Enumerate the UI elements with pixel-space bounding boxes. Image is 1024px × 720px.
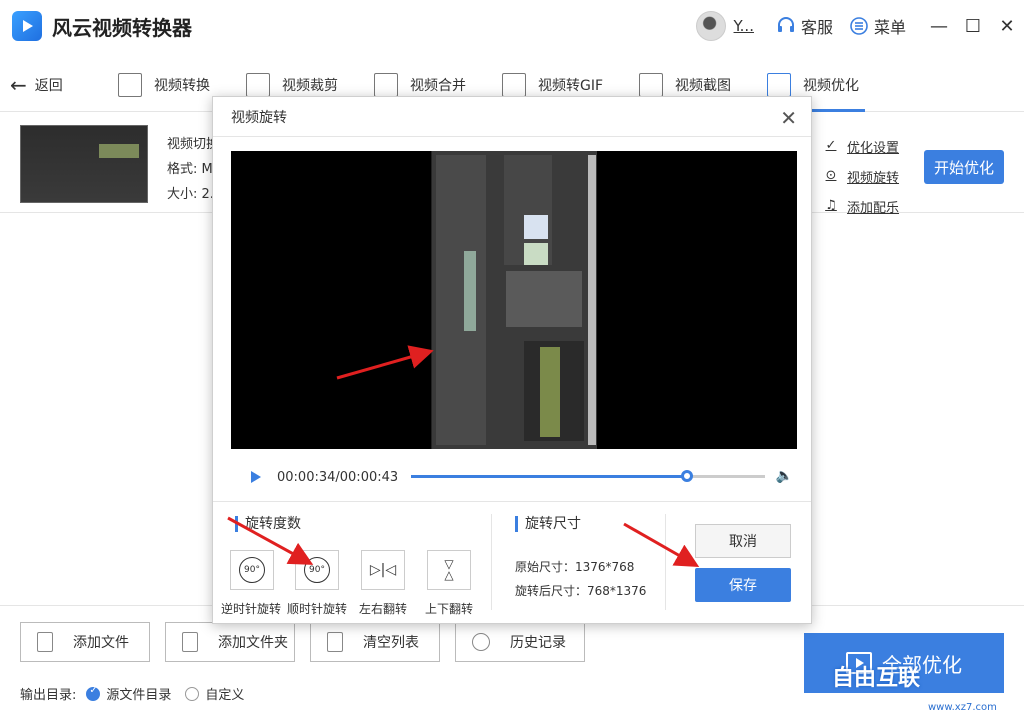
arrow-left-icon: ← [10,72,27,97]
back-label: 返回 [34,77,63,94]
minimize-button[interactable]: — [922,9,956,43]
progress-track[interactable] [411,470,765,482]
music-icon: ♫ [825,198,837,213]
file-format: 格式: M [167,162,213,177]
username-link[interactable]: Y... [734,17,754,35]
video-merge-icon [374,72,398,97]
rotate-cw-icon: 90° [304,557,330,583]
rotate-cw-button[interactable]: 90° [295,550,339,590]
divider [491,514,492,610]
trash-icon [327,632,343,652]
clock-icon [472,633,490,651]
nav-label: 视频优化 [803,77,860,94]
source-dir-radio[interactable] [86,685,101,701]
video-thumbnail [20,125,148,203]
customer-service-label: 客服 [800,18,833,37]
original-size: 原始尺寸：1376*768 [515,560,635,574]
flip-vertical-icon: ▽ △ [444,557,454,582]
add-folder-button[interactable]: 添加文件夹 [165,622,295,662]
video-convert-icon [118,72,142,97]
headset-icon [777,17,794,32]
cancel-button[interactable]: 取消 [695,524,791,558]
watermark-logo: 自由互联 [832,666,921,691]
close-window-button[interactable]: ✕ [990,9,1024,43]
video-rotate-label: 视频旋转 [847,170,900,186]
add-file-icon [37,632,53,652]
start-optimize-button[interactable]: 开始优化 [924,150,1004,184]
video-rotate-link[interactable]: ⊙ 视频旋转 [823,161,899,191]
rotate-section-title: 旋转度数 [235,516,301,532]
rotated-frame [431,151,597,449]
gif-icon [502,72,526,97]
video-preview [231,151,797,449]
flip-horizontal-button[interactable]: ▷|◁ [361,550,405,590]
menu-label: 菜单 [873,18,906,37]
avatar[interactable] [695,11,726,41]
app-title: 风云视频转换器 [52,15,192,40]
add-folder-icon [182,632,198,652]
watermark-url: www.xz7.com [928,702,997,713]
rotate-ccw-button[interactable]: 90° [230,550,274,590]
nav-label: 视频合并 [410,77,466,94]
flip-vertical-label: 上下翻转 [424,602,473,616]
custom-dir-radio[interactable] [185,686,200,701]
nav-video-convert[interactable]: 视频转换 [118,58,210,112]
volume-icon[interactable]: 🔈 [776,468,793,484]
sliders-icon [767,72,792,97]
dialog-title: 视频旋转 [231,109,287,126]
back-button[interactable]: ← 返回 [10,73,118,97]
menu-button[interactable]: 菜单 [849,14,906,38]
screenshot-icon [639,72,664,97]
nav-label: 视频转GIF [538,77,604,94]
playback-time: 00:00:34/00:00:43 [277,469,399,485]
app-logo-icon [12,11,42,41]
history-button[interactable]: 历史记录 [455,622,585,662]
nav-label: 视频裁剪 [282,77,338,94]
menu-icon [850,17,868,35]
save-button[interactable]: 保存 [695,568,791,602]
check-circle-icon: ✓ [825,138,837,153]
add-music-link[interactable]: ♫ 添加配乐 [823,191,899,221]
rotated-size: 旋转后尺寸：768*1376 [515,584,647,598]
progress-handle[interactable] [681,470,694,482]
add-file-button[interactable]: 添加文件 [20,622,150,662]
clear-list-button[interactable]: 清空列表 [310,622,440,662]
nav-label: 视频截图 [675,77,732,94]
optimize-settings-label: 优化设置 [847,140,900,156]
playback-controls: 00:00:34/00:00:43 🔈 [231,465,797,489]
progress-fill [411,475,688,478]
optimize-settings-link[interactable]: ✓ 优化设置 [823,131,899,161]
size-section-title: 旋转尺寸 [515,516,581,532]
video-rotate-dialog: 视频旋转 ✕ 00:00:34/00:00:43 🔈 旋转度数 90° 90° … [212,96,812,624]
rotate-ccw-icon: 90° [239,557,265,583]
dialog-options: 旋转度数 90° 90° ▷|◁ ▽ △ 逆时针旋转 顺时针旋转 左右翻转 上下翻… [213,501,811,623]
nav-label: 视频转换 [154,77,210,94]
add-file-label: 添加文件 [73,635,129,651]
history-label: 历史记录 [510,635,566,651]
add-folder-label: 添加文件夹 [218,635,288,651]
output-directory: 输出目录: 源文件目录 自定义 [20,684,245,704]
rotate-icon: ⊙ [825,168,837,183]
title-bar: 风云视频转换器 Y... 客服 菜单 — ☐ ✕ [0,0,1024,52]
output-label: 输出目录: [20,688,77,703]
add-music-label: 添加配乐 [847,200,900,216]
flip-horizontal-icon: ▷|◁ [369,562,397,578]
flip-vertical-button[interactable]: ▽ △ [427,550,471,590]
play-button[interactable] [251,471,261,483]
clear-list-label: 清空列表 [363,635,419,651]
maximize-button[interactable]: ☐ [956,9,990,43]
video-crop-icon [246,72,270,97]
custom-dir-label: 自定义 [205,688,245,703]
customer-service-button[interactable]: 客服 [776,14,833,38]
divider [665,514,666,610]
source-dir-label: 源文件目录 [106,688,172,703]
close-icon[interactable]: ✕ [780,106,797,130]
